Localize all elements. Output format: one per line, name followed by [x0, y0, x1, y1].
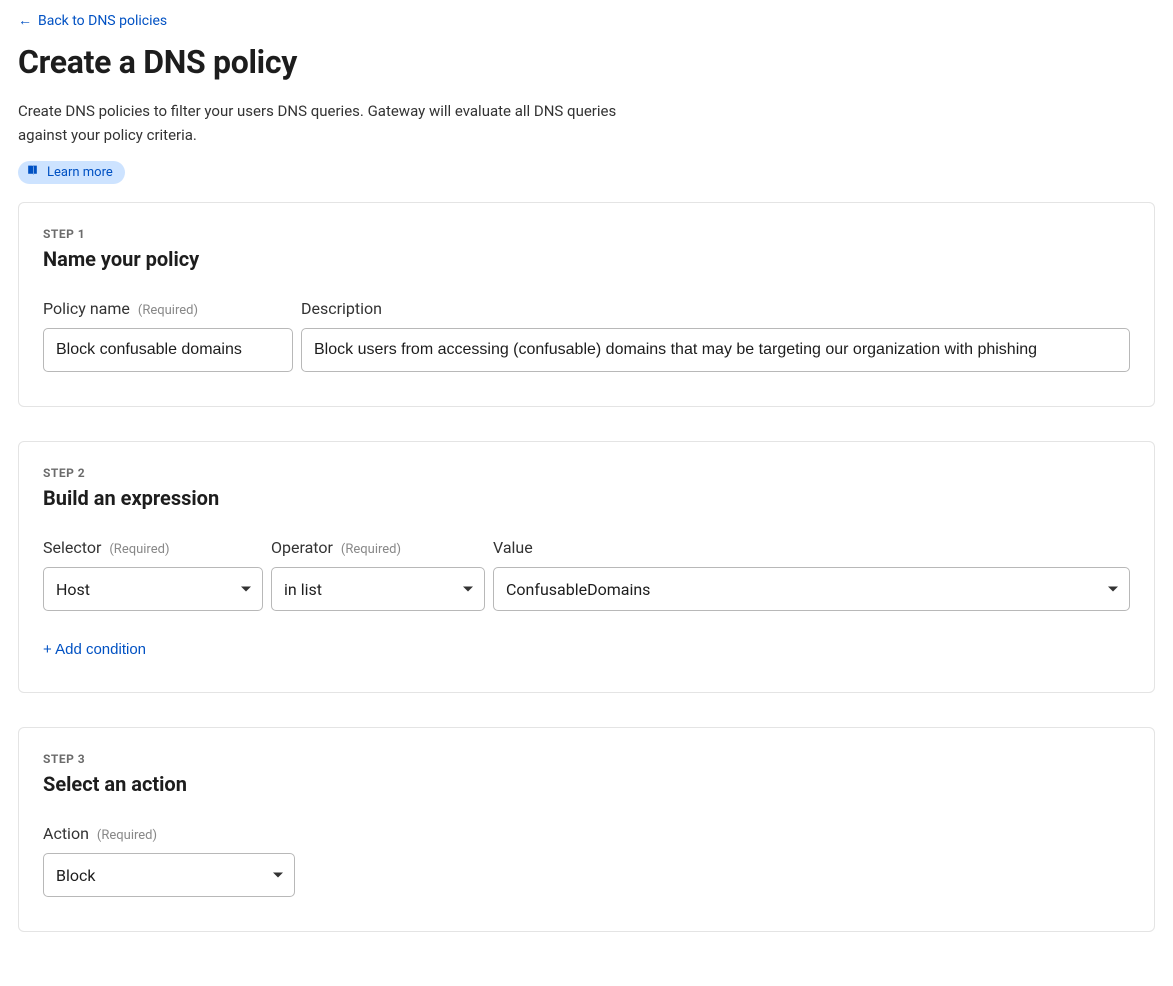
step3-tag: STEP 3 — [43, 752, 1130, 766]
arrow-left-icon: ← — [18, 14, 32, 28]
required-tag: (Required) — [109, 542, 169, 557]
required-tag: (Required) — [138, 303, 198, 318]
selector-value: Host — [56, 580, 90, 599]
chevron-down-icon — [1107, 583, 1119, 595]
add-condition-button[interactable]: + Add condition — [43, 641, 146, 658]
page-description: Create DNS policies to filter your users… — [18, 99, 618, 147]
action-select[interactable]: Block — [43, 853, 295, 897]
selector-select[interactable]: Host — [43, 567, 263, 611]
step2-title: Build an expression — [43, 486, 1130, 510]
step1-title: Name your policy — [43, 247, 1130, 271]
value-label: Value — [493, 538, 533, 557]
operator-value: in list — [284, 580, 322, 599]
policy-description-input[interactable] — [301, 328, 1130, 372]
chevron-down-icon — [462, 583, 474, 595]
step3-card: STEP 3 Select an action Action (Required… — [18, 727, 1155, 932]
value-value: ConfusableDomains — [506, 580, 650, 599]
step2-card: STEP 2 Build an expression Selector (Req… — [18, 441, 1155, 693]
policy-description-field: Description — [301, 299, 1130, 372]
required-tag: (Required) — [341, 542, 401, 557]
back-link-label: Back to DNS policies — [38, 13, 167, 29]
value-select[interactable]: ConfusableDomains — [493, 567, 1130, 611]
value-field: Value ConfusableDomains — [493, 538, 1130, 611]
selector-field: Selector (Required) Host — [43, 538, 263, 611]
learn-more-label: Learn more — [47, 165, 113, 180]
chevron-down-icon — [272, 869, 284, 881]
step3-title: Select an action — [43, 772, 1130, 796]
policy-name-label: Policy name — [43, 299, 130, 318]
step1-tag: STEP 1 — [43, 227, 1130, 241]
action-value: Block — [56, 866, 95, 885]
policy-description-label: Description — [301, 299, 382, 318]
required-tag: (Required) — [97, 828, 157, 843]
chevron-down-icon — [240, 583, 252, 595]
operator-label: Operator — [271, 538, 333, 557]
policy-name-field: Policy name (Required) — [43, 299, 293, 372]
operator-select[interactable]: in list — [271, 567, 485, 611]
page-title: Create a DNS policy — [18, 43, 1155, 81]
learn-more-link[interactable]: Learn more — [18, 161, 125, 184]
action-field: Action (Required) Block — [43, 824, 295, 897]
step1-card: STEP 1 Name your policy Policy name (Req… — [18, 202, 1155, 407]
policy-name-input[interactable] — [43, 328, 293, 372]
action-label: Action — [43, 824, 89, 843]
step2-tag: STEP 2 — [43, 466, 1130, 480]
back-to-dns-policies-link[interactable]: ← Back to DNS policies — [18, 13, 167, 29]
operator-field: Operator (Required) in list — [271, 538, 485, 611]
selector-label: Selector — [43, 538, 101, 557]
book-icon — [26, 164, 39, 181]
